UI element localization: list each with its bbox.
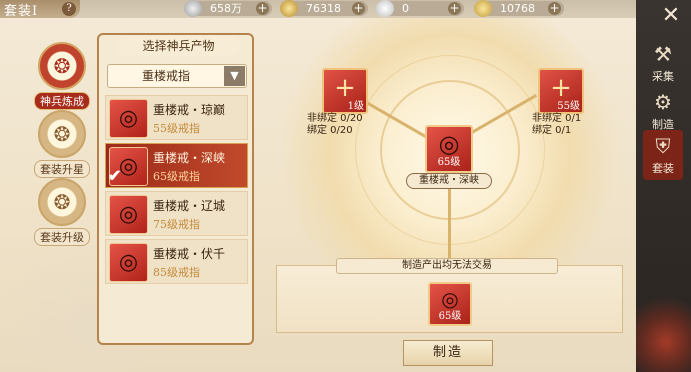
tab-suit-star-label: 套装升星 [34,160,90,178]
close-icon[interactable]: ✕ [659,5,683,29]
material-2-bound: 绑定 0/1 [532,125,572,136]
title-tab: 套装I ? [0,0,80,19]
tab-craft[interactable]: ⚙ 制造 [643,90,683,132]
anvil-icon: ⚙ [654,90,672,114]
item-name: 重楼戒・伏千 [153,247,226,261]
page-title: 套装I [4,4,39,19]
upgrade-emblem-icon: ❂ [38,178,86,226]
material-1-bound: 绑定 0/20 [307,125,353,136]
chevron-down-icon[interactable]: ▼ [224,66,245,86]
resource-goldbar-value: 10768 [500,2,535,15]
jade-icon [376,0,394,17]
gold-bar-icon [474,0,492,17]
material-2-unbound: 非绑定 0/1 [532,113,582,124]
target-ring-slot[interactable]: ◎ 65级 [425,125,473,173]
material-1-info: 非绑定 0/20 绑定 0/20 [307,113,363,137]
list-item[interactable]: ◎ 重楼戒・辽城 75级戒指 [105,191,248,236]
resource-gold: 76318 + [280,0,368,17]
material-2-info: 非绑定 0/1 绑定 0/1 [532,113,581,137]
ring-icon: ◎ [109,195,148,234]
tab-forge-weapon-label: 神兵炼成 [34,92,90,110]
gold-ingot-icon [280,0,298,17]
item-name: 重楼戒・深峡 [153,151,226,165]
list-item-selected[interactable]: ◎ ✔ 重楼戒・深峡 65级戒指 [105,143,248,188]
resource-goldbar: 10768 + [474,0,564,17]
tab-suit-upgrade[interactable]: ❂ 套装升级 [33,178,91,246]
ring-icon: ◎ [441,287,459,311]
resource-silver-value: 658万 [210,2,242,15]
star-emblem-icon: ❂ [38,110,86,158]
item-level: 65级戒指 [153,170,200,183]
tab-suit-star[interactable]: ❂ 套装升星 [33,110,91,178]
resource-gold-value: 76318 [306,2,341,15]
item-name: 重楼戒・琼巅 [153,103,226,117]
pickaxe-icon: ⚒ [654,42,672,66]
panel-title: 选择神兵产物 [116,36,241,56]
connector-line [448,188,451,258]
tab-suit-upgrade-label: 套装升级 [34,228,90,246]
tab-gather-label: 采集 [652,70,674,83]
list-item[interactable]: ◎ 重楼戒・伏千 85级戒指 [105,239,248,284]
material-level: 55级 [557,101,580,112]
ring-type-dropdown[interactable]: 重楼戒指 ▼ [107,64,247,88]
add-gold-button[interactable]: + [352,2,365,15]
add-silver-button[interactable]: + [256,2,269,15]
list-item[interactable]: ◎ 重楼戒・琼巅 55级戒指 [105,95,248,140]
tab-suit-label: 套装 [652,162,674,175]
dragon-decoration [636,282,691,372]
result-item-slot[interactable]: ◎ 65级 [428,282,472,326]
target-level: 65级 [437,157,461,168]
ring-icon: ◎ [109,99,148,138]
resource-silver: 658万 + [184,0,272,17]
ring-icon: ◎ [438,130,460,158]
tab-gather[interactable]: ⚒ 采集 [643,42,683,84]
material-slot-1[interactable]: + 1级 [322,68,368,114]
tab-forge-weapon[interactable]: ❂ 神兵炼成 [33,42,91,110]
forge-emblem-icon: ❂ [38,42,86,90]
resource-jade: 0 + [376,0,464,17]
item-level: 55级戒指 [153,122,200,135]
help-icon[interactable]: ? [62,2,76,16]
armor-icon: ⛨ [655,134,671,158]
add-goldbar-button[interactable]: + [548,2,561,15]
tab-suit[interactable]: ⛨ 套装 [643,130,683,180]
silver-coin-icon [184,0,202,17]
craft-button[interactable]: 制造 [403,340,493,366]
material-slot-2[interactable]: + 55级 [538,68,584,114]
material-1-unbound: 非绑定 0/20 [307,113,363,124]
target-name: 重楼戒・深峡 [406,173,492,189]
top-bar: 套装I ? 658万 + 76318 + 0 + 10768 + [0,0,691,19]
resource-jade-value: 0 [402,2,409,15]
result-note: 制造产出均无法交易 [336,258,558,274]
dropdown-value: 重楼戒指 [141,69,190,83]
result-level: 65级 [438,311,462,322]
add-jade-button[interactable]: + [448,2,461,15]
check-icon: ✔ [108,166,122,185]
material-level: 1级 [347,101,364,112]
ring-icon: ◎ [109,243,148,282]
item-name: 重楼戒・辽城 [153,199,226,213]
product-list-panel: 选择神兵产物 重楼戒指 ▼ ◎ 重楼戒・琼巅 55级戒指 ◎ ✔ 重楼戒・深峡 … [97,33,254,345]
item-level: 85级戒指 [153,266,200,279]
item-level: 75级戒指 [153,218,200,231]
right-nav: ✕ ⚒ 采集 ⚙ 制造 ⛨ 套装 [636,0,691,372]
